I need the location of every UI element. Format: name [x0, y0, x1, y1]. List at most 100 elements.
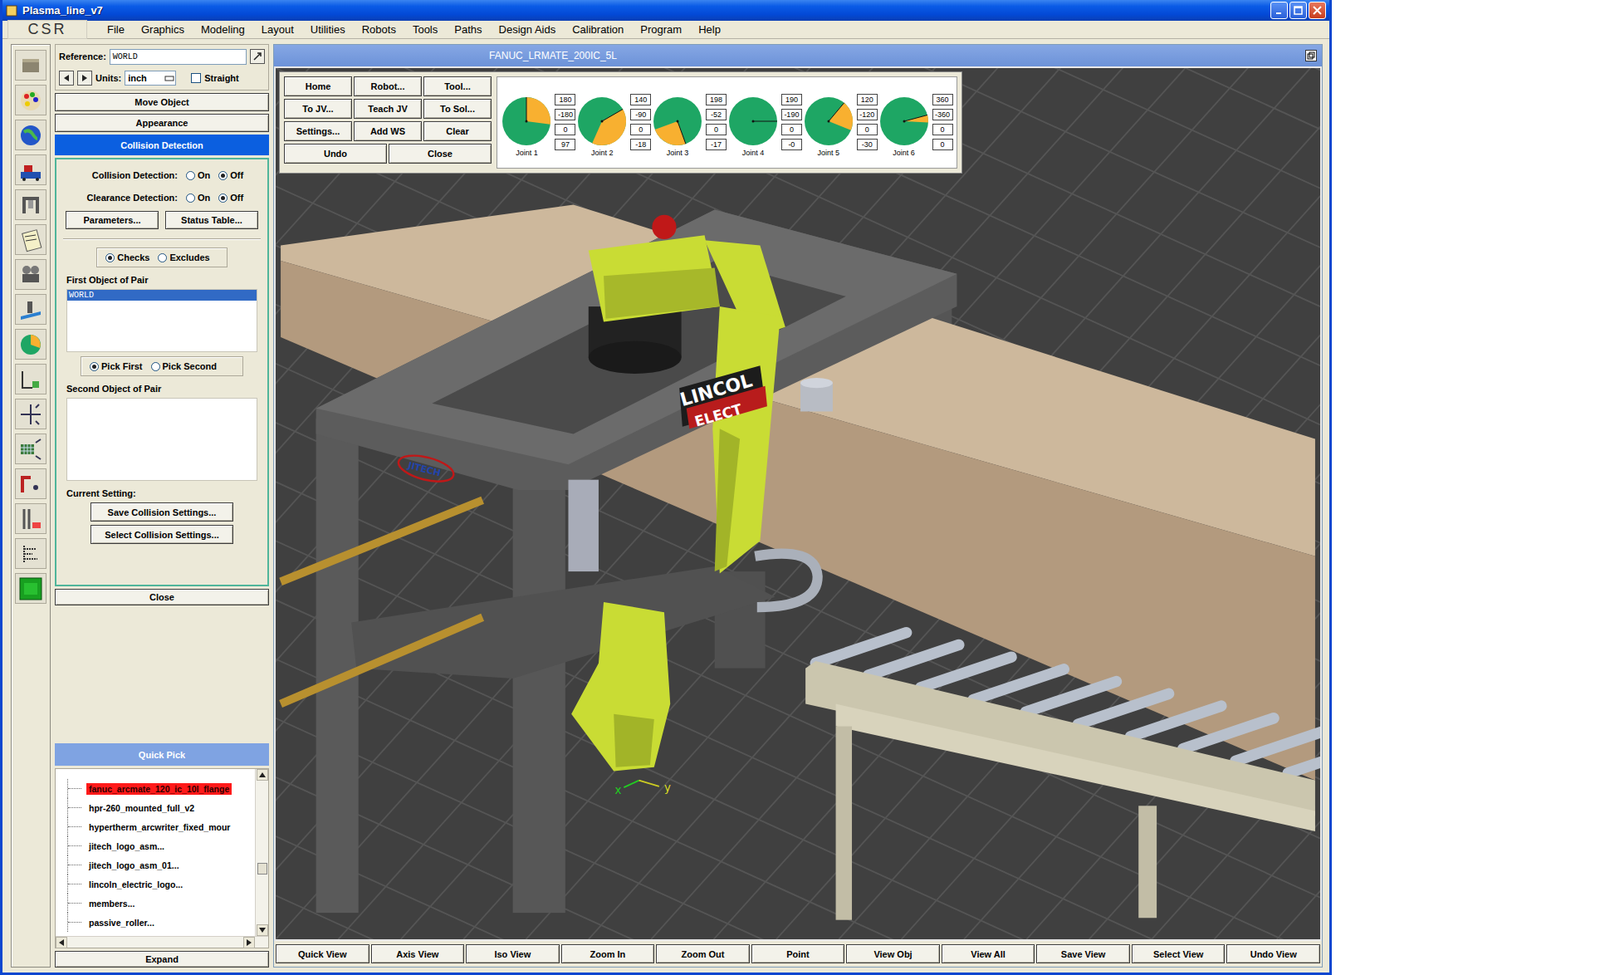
joint-dial-icon[interactable] [727, 95, 779, 147]
tree-label[interactable]: jitech_logo_asm... [86, 840, 167, 852]
close-button[interactable] [1308, 1, 1326, 20]
option-radio[interactable]: Off [218, 170, 244, 181]
tool-button[interactable] [14, 224, 47, 255]
maximize-button[interactable] [1289, 1, 1307, 20]
jog-button[interactable]: Home [283, 76, 353, 97]
collision-button[interactable]: Parameters... [65, 210, 159, 230]
jog-button[interactable]: Tool... [423, 76, 492, 97]
tool-button[interactable] [14, 189, 47, 221]
joint-value[interactable]: 0 [781, 123, 803, 136]
joint-dial-icon[interactable] [651, 95, 704, 147]
tree-row[interactable]: jitech_logo_asm_01... [67, 855, 255, 875]
joint-value[interactable]: 180 [554, 93, 576, 106]
tool-button[interactable] [14, 259, 47, 290]
second-object-list[interactable] [66, 397, 258, 481]
menu-item[interactable]: Paths [445, 21, 490, 38]
tree-row[interactable]: members... [67, 893, 255, 913]
tree-row[interactable]: fanuc_arcmate_120_ic_10l_flange [67, 778, 255, 798]
joint-value[interactable]: -30 [856, 138, 878, 151]
list-item[interactable]: WORLD [67, 289, 257, 301]
units-select[interactable]: inch [124, 70, 177, 86]
joint[interactable]: Joint 6360-36000 [878, 88, 954, 157]
tree-label[interactable]: lincoln_electric_logo... [86, 878, 186, 891]
view-button[interactable]: Axis View [371, 944, 465, 964]
menu-item[interactable]: Graphics [132, 21, 193, 38]
tree-label[interactable]: hypertherm_arcwriter_fixed_mour [86, 821, 233, 833]
straight-checkbox[interactable] [190, 73, 201, 84]
joint-dial-icon[interactable] [802, 95, 855, 147]
joint-value[interactable]: -120 [856, 108, 878, 121]
scene[interactable]: LINCOLELECTJITECHxyHomeRobot...Tool...To… [274, 66, 1322, 941]
joint-value[interactable]: -17 [705, 138, 727, 151]
view-button[interactable]: View Obj [846, 944, 940, 964]
radio-dot[interactable] [185, 171, 196, 181]
joint-value[interactable]: 0 [630, 123, 651, 136]
tree-row[interactable]: hypertherm_arcwriter_fixed_mour [67, 817, 255, 837]
vertical-scrollbar[interactable] [254, 768, 269, 936]
scroll-thumb[interactable] [257, 862, 268, 875]
gantry[interactable] [316, 210, 958, 914]
tool-button[interactable] [14, 468, 47, 500]
tree-row[interactable]: hpr-260_mounted_full_v2 [67, 797, 255, 818]
joint-value[interactable]: -18 [630, 138, 651, 151]
option-radio[interactable]: On [185, 170, 211, 181]
tree-label[interactable]: members... [86, 897, 138, 910]
joint-value[interactable]: 97 [554, 138, 576, 151]
joint-dial-icon[interactable] [576, 95, 628, 147]
tool-button[interactable] [14, 84, 47, 116]
scroll-up[interactable] [256, 768, 269, 781]
joint[interactable]: Joint 5120-1200-30 [802, 88, 878, 157]
jog-button[interactable]: Undo [283, 143, 387, 164]
tool-button[interactable] [14, 433, 47, 465]
prev-unit-button[interactable] [58, 70, 74, 86]
menu-item[interactable]: Layout [253, 21, 303, 38]
settings-button[interactable]: Select Collision Settings... [90, 524, 234, 544]
menu-item[interactable]: Calibration [563, 21, 632, 38]
joint-value[interactable]: 360 [932, 93, 954, 106]
tool-button[interactable] [14, 572, 47, 604]
collision-button[interactable]: Status Table... [165, 210, 259, 230]
tree-label[interactable]: hpr-260_mounted_full_v2 [86, 802, 197, 814]
joint-value[interactable]: 0 [705, 123, 727, 136]
menu-item[interactable]: Design Aids [490, 21, 565, 38]
scroll-down[interactable] [256, 924, 269, 936]
tool-button[interactable] [14, 293, 47, 325]
mode-radio[interactable]: Checks [105, 252, 150, 263]
jog-button[interactable]: To JV... [283, 98, 353, 119]
radio-dot[interactable] [89, 362, 99, 372]
tool-button[interactable] [14, 538, 47, 569]
tree-row[interactable]: lincoln_electric_logo... [67, 874, 255, 894]
menu-item[interactable]: Utilities [302, 21, 354, 38]
menu-item[interactable]: Help [689, 21, 730, 38]
minimize-button[interactable] [1270, 1, 1288, 20]
view-button[interactable]: Undo View [1226, 944, 1321, 964]
menu-item[interactable]: File [98, 21, 133, 38]
joint-value[interactable]: -90 [630, 108, 651, 121]
view-button[interactable]: Point [751, 944, 846, 964]
tool-button[interactable] [14, 363, 47, 395]
option-radio[interactable]: On [185, 192, 211, 203]
pick-reference-button[interactable] [249, 48, 265, 64]
radio-dot[interactable] [218, 171, 228, 181]
joint-value[interactable]: -180 [554, 108, 576, 121]
tool-button[interactable] [14, 328, 47, 360]
joint-value[interactable]: -360 [932, 108, 954, 121]
jog-button[interactable]: Teach JV [353, 98, 422, 119]
panel-button[interactable]: Appearance [54, 113, 270, 133]
radio-dot[interactable] [185, 193, 196, 203]
radio-dot[interactable] [151, 362, 161, 372]
expand-button[interactable]: Expand [54, 950, 270, 968]
pick-radio[interactable]: Pick Second [151, 361, 217, 372]
menu-item[interactable]: Modeling [192, 21, 254, 38]
conveyor[interactable] [805, 632, 1321, 920]
first-object-list[interactable]: WORLD [66, 288, 258, 353]
view-button[interactable]: Quick View [275, 944, 370, 964]
jog-button[interactable]: Robot... [353, 76, 422, 97]
tool-button[interactable] [14, 503, 47, 534]
joint-value[interactable]: 0 [932, 138, 954, 151]
radio-dot[interactable] [157, 253, 167, 263]
view-button[interactable]: Zoom Out [655, 944, 750, 964]
beam[interactable] [280, 204, 1316, 780]
robot-upper[interactable] [588, 215, 818, 607]
reference-field[interactable]: WORLD [109, 48, 247, 65]
